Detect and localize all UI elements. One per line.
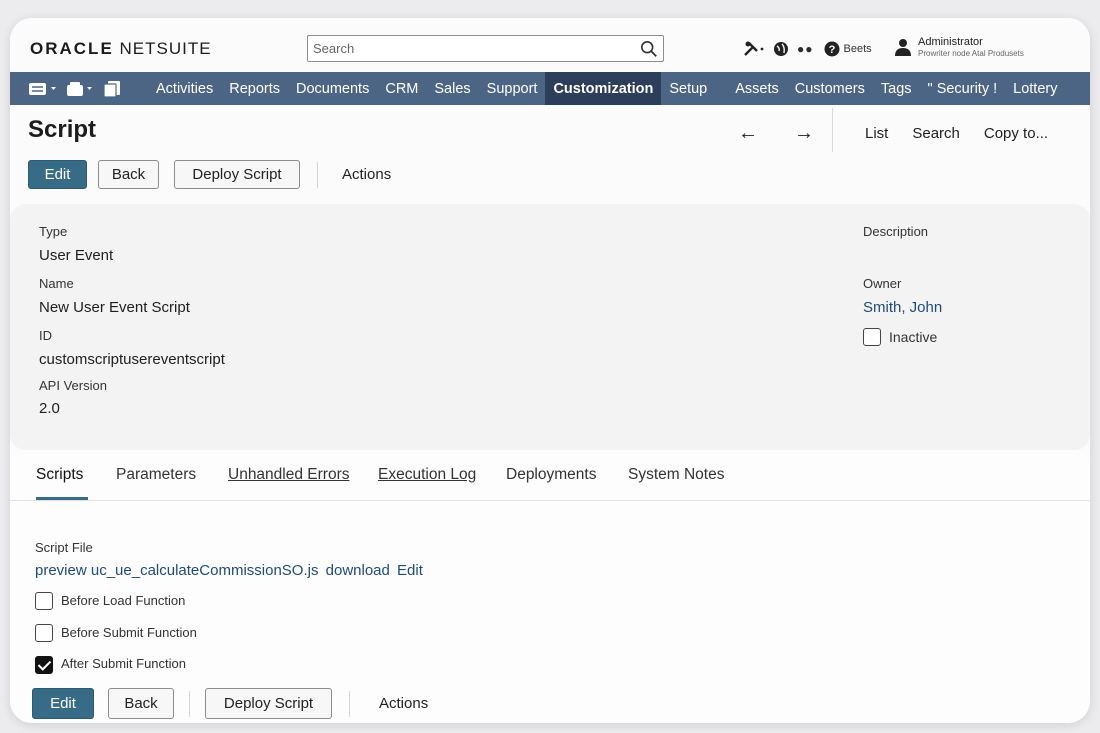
- tools-icon[interactable]: [743, 40, 765, 58]
- nav-tab-support[interactable]: Support: [479, 72, 546, 105]
- help-label[interactable]: Beets: [844, 43, 872, 55]
- recent-records-icon[interactable]: [28, 81, 58, 97]
- name-value: New User Event Script: [39, 299, 190, 316]
- user-menu[interactable]: Administrator Prowriter node Atal Produs…: [894, 36, 1024, 59]
- before-submit-label: Before Submit Function: [61, 625, 197, 640]
- nav-tab-lottery[interactable]: Lottery: [1005, 72, 1065, 105]
- api-version-value: 2.0: [39, 400, 60, 417]
- netsuite-logo[interactable]: ORACLE NETSUITE: [30, 39, 212, 59]
- description-label: Description: [863, 224, 929, 239]
- inactive-checkbox[interactable]: [863, 328, 881, 346]
- deploy-script-button-bottom[interactable]: Deploy Script: [205, 688, 332, 719]
- script-file-name[interactable]: uc_ue_calculateCommissionSO.js: [91, 562, 319, 579]
- subtab-scripts[interactable]: Scripts: [36, 466, 83, 484]
- copy-to-link[interactable]: Copy to...: [984, 125, 1048, 142]
- subtab-parameters[interactable]: Parameters: [116, 466, 196, 484]
- subtab-unhandled-errors[interactable]: Unhandled Errors: [228, 466, 349, 484]
- back-button-bottom[interactable]: Back: [108, 688, 174, 719]
- script-file-links: preview uc_ue_calculateCommissionSO.js d…: [35, 562, 423, 579]
- app-window: ORACLE NETSUITE Search ●● ? Beets Admini…: [10, 18, 1090, 723]
- back-button[interactable]: Back: [98, 160, 159, 189]
- search-link[interactable]: Search: [912, 125, 960, 142]
- list-link[interactable]: List: [865, 125, 888, 142]
- search-input[interactable]: [308, 36, 628, 61]
- top-button-bar: Edit Back Deploy Script Actions: [28, 160, 391, 189]
- download-link[interactable]: download: [326, 562, 390, 579]
- top-header: ORACLE NETSUITE Search ●● ? Beets Admini…: [10, 18, 1090, 72]
- nav-tab-reports[interactable]: Reports: [221, 72, 288, 105]
- actions-menu[interactable]: Actions: [342, 166, 391, 183]
- quick-icons: [10, 72, 148, 105]
- help-icon[interactable]: ? Beets: [824, 41, 872, 57]
- nav-tab-documents[interactable]: Documents: [288, 72, 377, 105]
- before-load-label: Before Load Function: [61, 593, 186, 608]
- after-submit-label: After Submit Function: [61, 656, 186, 671]
- preview-link[interactable]: preview: [35, 562, 87, 579]
- button-divider: [317, 161, 318, 188]
- button-divider-bottom: [189, 690, 190, 717]
- header-tools: ●● ? Beets: [743, 38, 880, 60]
- page-links: List Search Copy to...: [865, 125, 1072, 142]
- owner-link[interactable]: Smith, John: [863, 299, 942, 316]
- nav-tab-crm[interactable]: CRM: [377, 72, 426, 105]
- nav-tab-tags[interactable]: Tags: [873, 72, 920, 105]
- subtab-system-notes[interactable]: System Notes: [628, 466, 724, 484]
- nav-tab-security[interactable]: " Security !: [920, 72, 1006, 105]
- inactive-label: Inactive: [889, 329, 938, 345]
- type-value: User Event: [39, 247, 114, 264]
- previous-record-icon[interactable]: ←: [738, 122, 758, 145]
- nav-tab-setup[interactable]: Setup: [661, 72, 715, 105]
- user-role: Prowriter node Atal Produsets: [918, 49, 1024, 58]
- user-icon: [895, 39, 911, 56]
- nav-tab-customization[interactable]: Customization: [545, 72, 662, 105]
- nav-tab-assets[interactable]: Assets: [727, 72, 787, 105]
- api-version-label: API Version: [39, 378, 107, 393]
- nav-tab-sales[interactable]: Sales: [426, 72, 478, 105]
- nav-tab-activities[interactable]: Activities: [148, 72, 221, 105]
- search-icon[interactable]: [640, 40, 658, 58]
- active-tab-indicator: [36, 497, 88, 500]
- global-search[interactable]: [307, 35, 664, 62]
- before-submit-checkbox[interactable]: [35, 624, 53, 642]
- owner-label: Owner: [863, 276, 902, 291]
- subtab-bar: Scripts Parameters Unhandled Errors Exec…: [10, 450, 1090, 501]
- name-label: Name: [39, 276, 74, 291]
- documents-shortcut-icon[interactable]: [102, 80, 122, 98]
- nav-tab-customers[interactable]: Customers: [787, 72, 873, 105]
- user-name: Administrator: [918, 36, 983, 48]
- record-navigation: ← →: [738, 122, 850, 145]
- next-record-icon[interactable]: →: [794, 122, 814, 145]
- deploy-script-button[interactable]: Deploy Script: [174, 160, 300, 189]
- button-divider-bottom-2: [349, 690, 350, 717]
- script-file-label: Script File: [35, 540, 93, 555]
- actions-menu-bottom[interactable]: Actions: [379, 695, 428, 712]
- subtab-execution-log[interactable]: Execution Log: [378, 466, 476, 484]
- main-nav: Activities Reports Documents CRM Sales S…: [10, 72, 1090, 105]
- subtabs-panel: Scripts Parameters Unhandled Errors Exec…: [10, 450, 1090, 723]
- page-title: Script: [28, 116, 97, 143]
- before-load-checkbox[interactable]: [35, 592, 53, 610]
- primary-information: Type User Event Name New User Event Scri…: [10, 204, 1090, 450]
- id-value: customscriptusereventscript: [39, 351, 225, 368]
- subtab-deployments[interactable]: Deployments: [506, 466, 596, 484]
- id-label: ID: [39, 328, 52, 343]
- edit-file-link[interactable]: Edit: [397, 562, 423, 579]
- shortcuts-icon[interactable]: [66, 81, 94, 97]
- globe-icon[interactable]: [773, 41, 789, 57]
- type-label: Type: [39, 224, 68, 239]
- header-divider: [832, 108, 833, 152]
- svg-text:?: ?: [828, 44, 835, 56]
- edit-button[interactable]: Edit: [28, 160, 87, 189]
- bottom-button-bar: Edit Back Deploy Script Actions: [32, 688, 428, 719]
- more-dots-icon[interactable]: ●●: [797, 42, 814, 56]
- edit-button-bottom[interactable]: Edit: [32, 688, 94, 719]
- after-submit-checkbox[interactable]: [35, 656, 53, 674]
